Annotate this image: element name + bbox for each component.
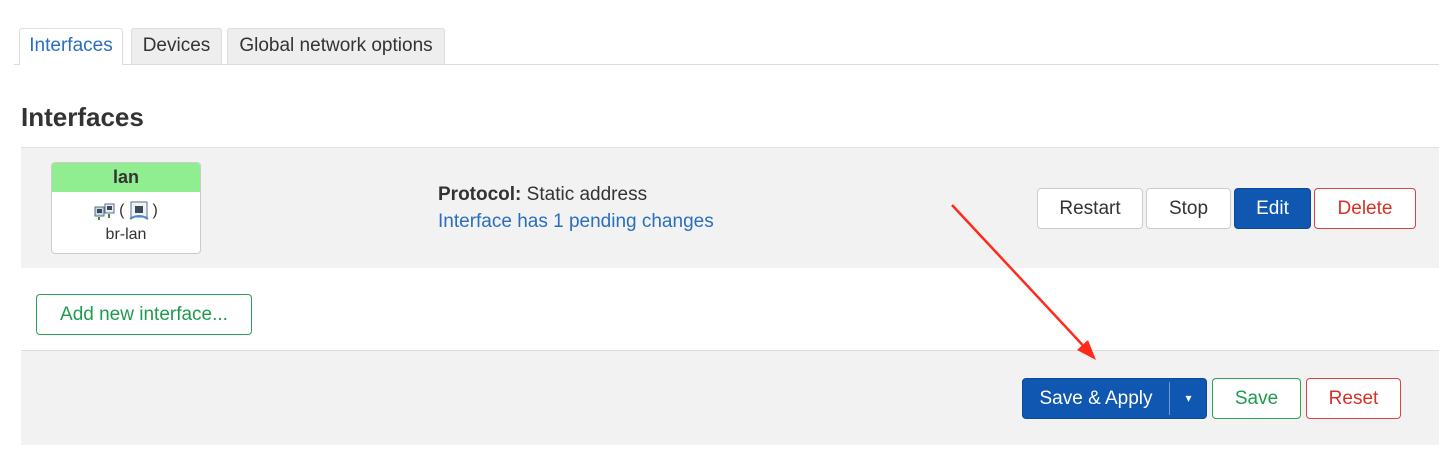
interface-row: lan ( ) br-lan Protocol: Static address …: [21, 147, 1439, 268]
save-button[interactable]: Save: [1212, 378, 1301, 419]
restart-button[interactable]: Restart: [1037, 188, 1143, 229]
interface-badge: lan ( ) br-lan: [51, 162, 201, 254]
icon-paren-close: ): [152, 202, 158, 219]
delete-button[interactable]: Delete: [1314, 188, 1416, 229]
save-apply-button[interactable]: Save & Apply: [1023, 379, 1169, 418]
protocol-value: Static address: [526, 184, 648, 205]
add-new-interface-button[interactable]: Add new interface...: [36, 294, 252, 335]
tab-bar: Interfaces Devices Global network option…: [14, 28, 1439, 65]
pending-changes-link[interactable]: Interface has 1 pending changes: [438, 211, 714, 233]
reset-button[interactable]: Reset: [1306, 378, 1401, 419]
tab-devices[interactable]: Devices: [131, 28, 222, 64]
interface-device: br-lan: [105, 226, 147, 243]
tab-global-network-options[interactable]: Global network options: [227, 28, 445, 64]
bridge-icon: [94, 201, 116, 221]
dropdown-caret-icon[interactable]: ▾: [1170, 379, 1207, 418]
protocol-info: Protocol: Static address: [438, 184, 647, 206]
edit-button[interactable]: Edit: [1234, 188, 1311, 229]
protocol-label: Protocol:: [438, 184, 522, 205]
stop-button[interactable]: Stop: [1146, 188, 1231, 229]
icon-paren-open: (: [119, 202, 125, 219]
tab-interfaces[interactable]: Interfaces: [19, 28, 123, 65]
ethernet-port-icon: [128, 201, 150, 221]
footer-actions: Save & Apply ▾ Save Reset: [21, 350, 1439, 445]
page-title: Interfaces: [21, 102, 144, 132]
save-apply-split-button: Save & Apply ▾: [1022, 378, 1207, 419]
interface-name: lan: [52, 163, 200, 192]
interface-icons: ( ): [52, 200, 200, 222]
